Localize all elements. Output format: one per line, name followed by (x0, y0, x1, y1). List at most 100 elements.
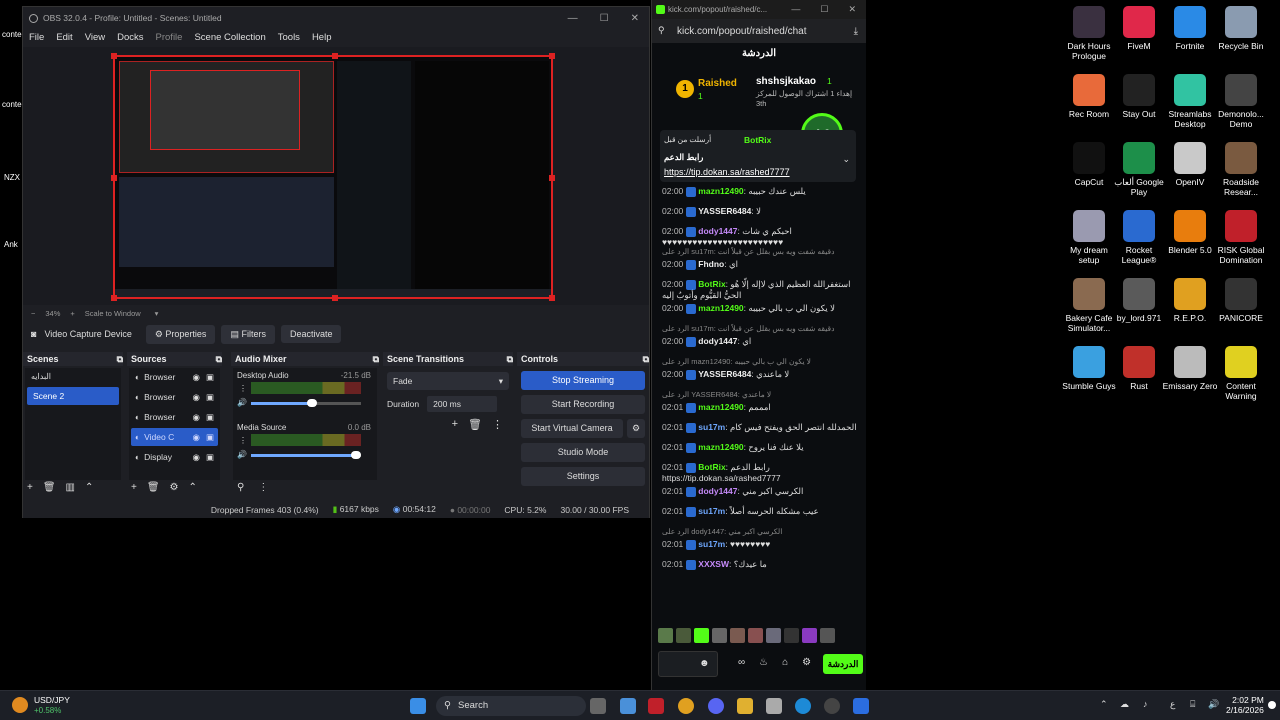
stock-icon[interactable] (12, 697, 28, 713)
desktop-shortcut[interactable]: PANICORE (1211, 278, 1271, 323)
lock-icon[interactable]: ▣ (206, 452, 214, 463)
more-icon[interactable]: ⋮ (492, 418, 503, 431)
edge-icon[interactable] (795, 698, 811, 714)
message-username[interactable]: YASSER6484 (698, 369, 751, 379)
stop-streaming-button[interactable]: Stop Streaming (521, 371, 645, 390)
emote-icon[interactable] (766, 628, 781, 643)
app-icon[interactable] (853, 698, 869, 714)
message-username[interactable]: Fhdno (698, 259, 724, 269)
chat-message[interactable]: 02:01 su17m: الحمدلله انتصر الحق ويفتح في… (662, 422, 857, 433)
menu-docks[interactable]: Docks (117, 32, 143, 43)
zoom-in-icon[interactable]: + (70, 309, 74, 318)
emote-icon[interactable] (748, 628, 763, 643)
source-item[interactable]: ◐ Browser ◉ ▣ (131, 388, 218, 406)
properties-button[interactable]: ⚙ Properties (145, 324, 216, 344)
obs-taskbar-icon[interactable] (824, 698, 840, 714)
windows-start-icon[interactable] (410, 698, 426, 714)
dock-float-icon[interactable]: ⧉ (117, 354, 123, 365)
chat-message[interactable]: 02:00 YASSER6484: لا (662, 206, 857, 217)
site-info-icon[interactable]: ⚲ (658, 25, 665, 36)
clock[interactable]: 2:02 PM 2/16/2026 (1226, 695, 1264, 715)
emote-icon[interactable] (730, 628, 745, 643)
start-virtual-camera-button[interactable]: Start Virtual Camera (521, 419, 623, 438)
menu-help[interactable]: Help (312, 32, 332, 43)
dock-float-icon[interactable]: ⧉ (643, 354, 649, 365)
chat-message[interactable]: 02:00 Fhdno: اي (662, 259, 857, 270)
menu-profile[interactable]: Profile (156, 32, 183, 43)
chat-message[interactable]: 02:01 dody1447: الكرسي اكبر مني (662, 486, 857, 497)
store-icon[interactable] (766, 698, 782, 714)
emote-icon[interactable] (676, 628, 691, 643)
message-username[interactable]: YASSER6484 (698, 206, 751, 216)
settings-icon[interactable]: ⚙ (802, 657, 811, 668)
chevron-up-icon[interactable]: ⌃ (1100, 699, 1108, 710)
app-icon[interactable] (648, 698, 664, 714)
add-source-icon[interactable]: + (131, 482, 137, 493)
chat-input[interactable]: ☻ (658, 651, 718, 677)
chevron-down-icon[interactable]: ⌄ (842, 154, 850, 165)
taskbar-search[interactable]: ⚲ Search (436, 696, 586, 716)
chat-message[interactable]: 02:01 BotRix: رابط الدعم https://tip.doka… (662, 462, 857, 484)
ticker-name[interactable]: USD/JPY (34, 695, 70, 705)
chrome-icon[interactable] (678, 698, 694, 714)
more-icon[interactable]: ⋮ (258, 482, 268, 493)
virtual-camera-settings-icon[interactable]: ⚙ (627, 419, 645, 438)
desktop-shortcut[interactable]: RISK Global Domination (1211, 210, 1271, 265)
desktop-shortcut[interactable]: Roadside Resear... (1211, 142, 1271, 197)
dock-float-icon[interactable]: ⧉ (373, 354, 379, 365)
preview-area[interactable] (23, 47, 649, 305)
message-username[interactable]: dody1447 (698, 486, 737, 496)
chat-message[interactable]: 02:01 mazn12490: يلا عنك فنا يروح (662, 442, 857, 453)
preview-canvas[interactable] (111, 53, 555, 301)
start-recording-button[interactable]: Start Recording (521, 395, 645, 414)
transition-select[interactable]: Fade ▾ (387, 372, 509, 390)
maximize-icon[interactable]: ☐ (600, 13, 609, 24)
close-icon[interactable]: ✕ (848, 4, 856, 15)
dock-float-icon[interactable]: ⧉ (507, 354, 513, 365)
pinned-message[interactable]: أرسلت من قبل BotRix رابط الدعم https://t… (660, 130, 856, 182)
store-icon[interactable]: ⌂ (782, 657, 788, 668)
infinity-icon[interactable]: ∞ (738, 657, 745, 668)
language-indicator[interactable]: ع (1170, 699, 1175, 710)
zoom-out-icon[interactable]: − (31, 309, 35, 318)
menu-edit[interactable]: Edit (56, 32, 72, 43)
deactivate-button[interactable]: Deactivate (280, 325, 342, 343)
minimize-icon[interactable]: — (791, 4, 800, 15)
duration-input[interactable]: 200 ms (427, 396, 498, 412)
delete-icon[interactable]: 🗑 (147, 482, 160, 493)
address-bar[interactable]: ⚲ kick.com/popout/raished/chat ⤓ (652, 19, 866, 43)
delete-icon[interactable]: 🗑 (43, 482, 56, 493)
gear-icon[interactable]: ⚙ (170, 482, 179, 493)
link-icon[interactable]: ⚲ (237, 482, 244, 493)
message-username[interactable]: su17m (698, 506, 725, 516)
close-icon[interactable]: ✕ (631, 13, 639, 24)
source-item[interactable]: ◐ Browser ◉ ▣ (131, 368, 218, 386)
message-username[interactable]: mazn12490 (698, 186, 743, 196)
chat-message[interactable]: 02:00 mazn12490: يلس عندك حبيبه (662, 186, 857, 197)
chat-message[interactable]: 02:01 XXXSW: ما عيدك؟ (662, 559, 857, 570)
delete-icon[interactable]: 🗑 (468, 418, 482, 431)
message-username[interactable]: BotRix (698, 462, 725, 472)
studio-mode-button[interactable]: Studio Mode (521, 443, 645, 462)
discord-icon[interactable] (708, 698, 724, 714)
chat-message[interactable]: 02:01 su17m: عيب مشكله الحرسه أصلاً (662, 506, 857, 517)
emote-icon[interactable] (694, 628, 709, 643)
copilot-icon[interactable] (620, 698, 636, 714)
notification-icon[interactable] (1268, 701, 1276, 709)
message-username[interactable]: su17m (698, 422, 725, 432)
maximize-icon[interactable]: ☐ (820, 4, 828, 15)
chat-message[interactable]: 02:00 BotRix: استغفرالله العظيم الذي لاإل… (662, 279, 857, 301)
chevron-down-icon[interactable]: ▾ (155, 309, 159, 318)
zoom-level[interactable]: 34% (45, 309, 60, 318)
task-view-icon[interactable] (590, 698, 606, 714)
emoji-icon[interactable]: ☻ (699, 658, 710, 669)
add-transition-icon[interactable]: + (452, 418, 458, 431)
url-text[interactable]: kick.com/popout/raished/chat (677, 26, 807, 37)
desktop-shortcut[interactable]: Recycle Bin (1211, 6, 1271, 51)
chat-message[interactable]: 02:00 mazn12490: لا يكون الي ب بالي حبيبه (662, 303, 857, 314)
emote-icon[interactable] (802, 628, 817, 643)
message-username[interactable]: BotRix (698, 279, 725, 289)
source-item[interactable]: ◐ Display ◉ ▣ (131, 448, 218, 466)
chat-message[interactable]: 02:00 dody1447: اي (662, 336, 857, 347)
scene-item-selected[interactable]: Scene 2 (27, 387, 119, 405)
